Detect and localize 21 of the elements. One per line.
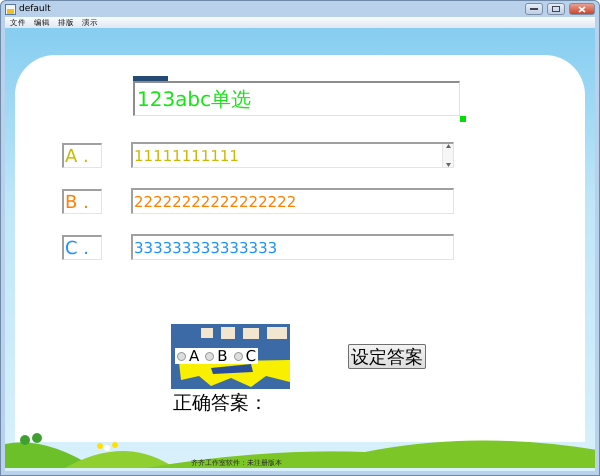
answer-radio[interactable]: C [234, 348, 256, 364]
maximize-button[interactable] [547, 3, 565, 15]
option-label: C . [62, 234, 102, 260]
maximize-icon [552, 6, 560, 12]
close-button[interactable] [569, 3, 595, 15]
correct-answer-label: 正确答案： [173, 391, 269, 416]
answer-radio[interactable]: B [205, 348, 228, 364]
up-arrow-icon[interactable] [446, 144, 450, 148]
down-arrow-icon[interactable] [446, 163, 450, 167]
option-label: A . [62, 142, 102, 168]
option-label: B . [62, 188, 102, 214]
minimize-button[interactable] [525, 3, 543, 15]
set-answer-button[interactable]: 设定答案 [348, 344, 426, 369]
resize-handle[interactable] [460, 116, 466, 122]
close-icon [578, 6, 586, 12]
tab-marker [133, 76, 168, 81]
answer-radio[interactable]: A [177, 348, 200, 364]
minimize-icon [530, 8, 538, 10]
window-title: default [19, 4, 52, 14]
scrollbar[interactable] [442, 144, 453, 167]
app-icon [5, 4, 16, 14]
